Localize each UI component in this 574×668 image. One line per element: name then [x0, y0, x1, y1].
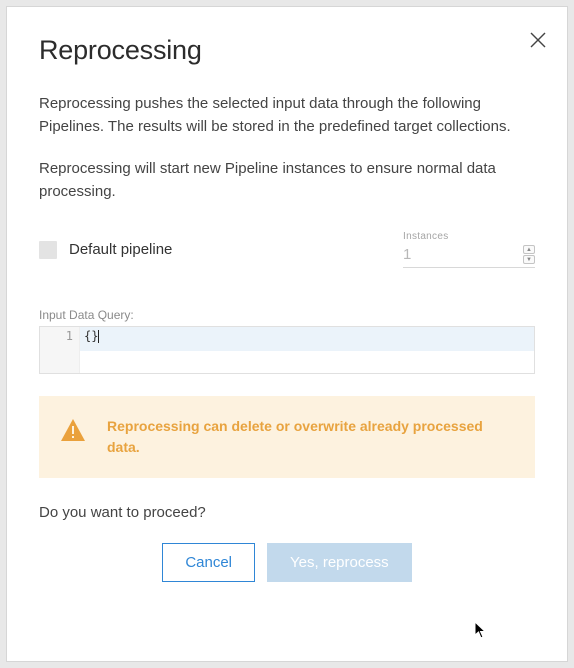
- close-button[interactable]: [529, 31, 547, 49]
- dialog-description-2: Reprocessing will start new Pipeline ins…: [39, 157, 535, 204]
- chevron-down-icon: ▼: [526, 257, 532, 263]
- input-query-editor[interactable]: 1 {}: [39, 326, 535, 374]
- warning-icon: [61, 419, 85, 441]
- cancel-button[interactable]: Cancel: [162, 543, 255, 582]
- dialog-description-1: Reprocessing pushes the selected input d…: [39, 92, 535, 139]
- pipeline-checkbox-group: Default pipeline: [39, 241, 172, 259]
- dialog-title: Reprocessing: [39, 35, 535, 66]
- pipeline-row: Default pipeline Instances ▲ ▼: [39, 231, 535, 268]
- instances-step-up[interactable]: ▲: [523, 245, 535, 254]
- instances-stepper: ▲ ▼: [523, 245, 535, 264]
- instances-input[interactable]: [403, 244, 519, 265]
- editor-code-line[interactable]: {}: [80, 327, 534, 351]
- instances-label: Instances: [403, 231, 535, 242]
- proceed-prompt: Do you want to proceed?: [39, 504, 535, 521]
- close-icon: [529, 31, 547, 49]
- reprocessing-dialog: Reprocessing Reprocessing pushes the sel…: [6, 6, 568, 662]
- instances-field: Instances ▲ ▼: [403, 231, 535, 268]
- line-number: 1: [66, 329, 73, 343]
- confirm-button[interactable]: Yes, reprocess: [267, 543, 412, 582]
- chevron-up-icon: ▲: [526, 247, 532, 253]
- dialog-actions: Cancel Yes, reprocess: [39, 543, 535, 582]
- instances-step-down[interactable]: ▼: [523, 255, 535, 264]
- editor-gutter: 1: [40, 327, 80, 373]
- default-pipeline-label: Default pipeline: [69, 241, 172, 258]
- warning-banner: Reprocessing can delete or overwrite alr…: [39, 396, 535, 478]
- input-query-label: Input Data Query:: [39, 308, 535, 322]
- warning-text: Reprocessing can delete or overwrite alr…: [107, 416, 513, 458]
- mouse-cursor-icon: [474, 621, 488, 639]
- default-pipeline-checkbox[interactable]: [39, 241, 57, 259]
- code-content: {}: [84, 329, 98, 343]
